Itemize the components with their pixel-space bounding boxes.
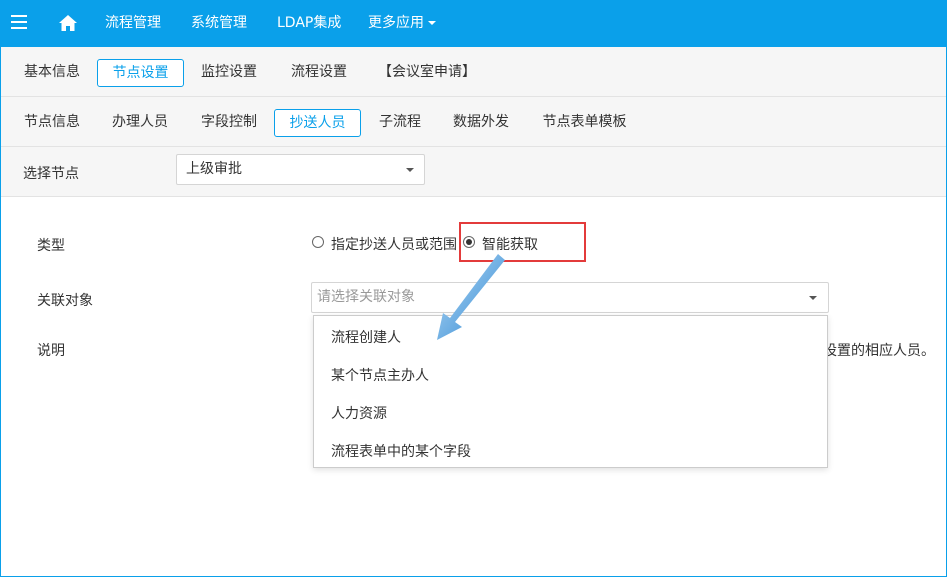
- tab-flow-name[interactable]: 【会议室申请】: [378, 59, 476, 87]
- caret-down-icon: [809, 296, 817, 300]
- nav-system-management[interactable]: 系统管理: [191, 0, 247, 47]
- annotation-highlight-box: [459, 222, 586, 262]
- top-navbar: 流程管理 系统管理 LDAP集成 更多应用: [0, 0, 947, 47]
- description-text: 设置的相应人员。: [823, 343, 935, 359]
- nav-more-apps-label: 更多应用: [368, 15, 424, 31]
- subtab-field-control[interactable]: 字段控制: [200, 109, 258, 137]
- node-select-row: 选择节点 上级审批: [1, 147, 946, 197]
- tab-flow-settings[interactable]: 流程设置: [290, 59, 348, 87]
- nav-ldap-integration[interactable]: LDAP集成: [277, 0, 341, 47]
- node-select-value: 上级审批: [186, 161, 242, 177]
- subtab-cc-persons[interactable]: 抄送人员: [274, 109, 361, 137]
- relation-select[interactable]: 请选择关联对象: [311, 282, 829, 313]
- hamburger-icon[interactable]: [11, 15, 27, 30]
- dropdown-option-hr[interactable]: 人力资源: [331, 403, 387, 423]
- subtab-node-info[interactable]: 节点信息: [23, 109, 81, 137]
- main-tab-bar: 基本信息 节点设置 监控设置 流程设置 【会议室申请】: [1, 47, 946, 97]
- tab-basic-info[interactable]: 基本信息: [23, 59, 81, 87]
- dropdown-option-node-host[interactable]: 某个节点主办人: [331, 365, 429, 385]
- relation-label: 关联对象: [37, 293, 93, 309]
- home-icon[interactable]: [58, 13, 78, 33]
- relation-select-placeholder: 请选择关联对象: [317, 289, 415, 305]
- subtab-subprocess[interactable]: 子流程: [378, 109, 422, 137]
- dropdown-option-form-field[interactable]: 流程表单中的某个字段: [331, 441, 471, 461]
- caret-down-icon: [406, 168, 414, 172]
- radio-specify-cc-label[interactable]: 指定抄送人员或范围: [331, 234, 457, 254]
- radio-specify-cc[interactable]: [312, 236, 324, 248]
- sub-tab-bar: 节点信息 办理人员 字段控制 抄送人员 子流程 数据外发 节点表单模板: [1, 97, 946, 147]
- caret-down-icon: [428, 21, 436, 25]
- relation-dropdown: 流程创建人 某个节点主办人 人力资源 流程表单中的某个字段: [313, 315, 828, 468]
- nav-more-apps[interactable]: 更多应用: [368, 0, 436, 47]
- tab-monitor-settings[interactable]: 监控设置: [200, 59, 258, 87]
- subtab-node-form-template[interactable]: 节点表单模板: [541, 109, 628, 137]
- nav-flow-management[interactable]: 流程管理: [105, 0, 161, 47]
- node-select-label: 选择节点: [23, 166, 79, 182]
- description-label: 说明: [37, 343, 65, 359]
- subtab-data-export[interactable]: 数据外发: [452, 109, 510, 137]
- tab-node-settings[interactable]: 节点设置: [97, 59, 184, 87]
- type-label: 类型: [37, 238, 65, 254]
- node-select[interactable]: 上级审批: [176, 154, 425, 185]
- dropdown-option-flow-creator[interactable]: 流程创建人: [331, 327, 401, 347]
- subtab-handlers[interactable]: 办理人员: [111, 109, 169, 137]
